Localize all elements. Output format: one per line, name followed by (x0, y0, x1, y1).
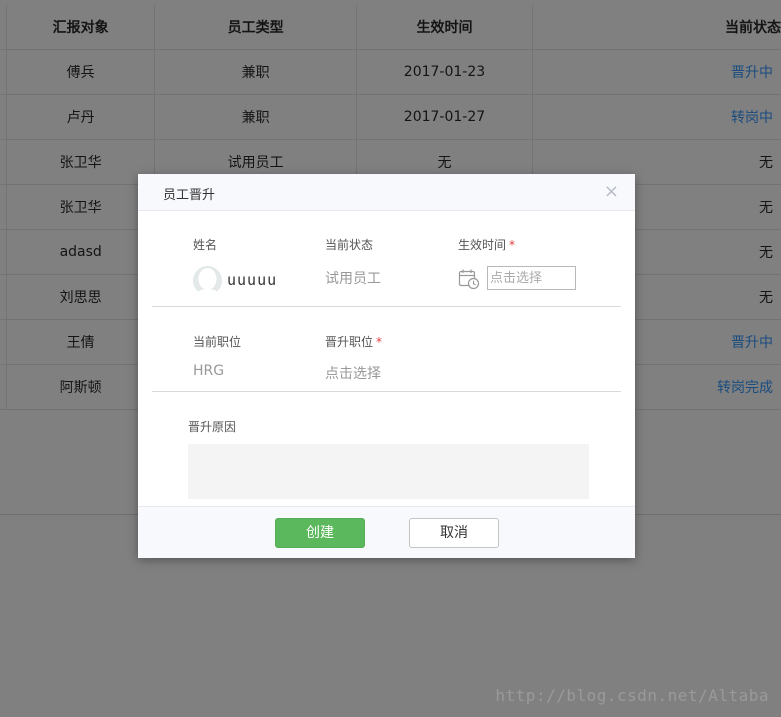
table-row: 卢丹 兼职 2017-01-27 转岗中 (0, 94, 781, 140)
calendar-icon[interactable] (458, 268, 480, 290)
status-link[interactable]: 转岗中 (532, 94, 781, 140)
promotion-dialog: 员工晋升 × 姓名 当前状态 生效时间* uuuuu 试用员工 当前职位 晋升职… (138, 174, 635, 558)
dialog-header: 员工晋升 × (138, 174, 635, 211)
column-header-employee-type: 员工类型 (154, 5, 357, 50)
table-row: 傅兵 兼职 2017-01-23 晋升中 (0, 49, 781, 95)
current-position-value: HRG (193, 363, 225, 379)
employee-type-cell: 兼职 (154, 94, 357, 140)
report-to-cell: 傅兵 (5, 49, 156, 95)
report-to-cell: 阿斯顿 (5, 364, 156, 410)
table-header-row: 汇报对象 员工类型 生效时间 当前状态 (0, 5, 781, 50)
column-header-effective-time: 生效时间 (355, 5, 534, 50)
effective-time-cell: 2017-01-27 (355, 94, 534, 140)
create-button[interactable]: 创建 (275, 518, 365, 548)
reason-label: 晋升原因 (188, 420, 237, 434)
column-header-report-to: 汇报对象 (5, 5, 156, 50)
divider (152, 391, 621, 392)
report-to-cell: adasd (5, 229, 156, 275)
required-mark: * (509, 238, 516, 252)
status-link[interactable]: 晋升中 (532, 49, 781, 95)
report-to-cell: 张卫华 (5, 184, 156, 230)
employee-name: uuuuu (227, 271, 278, 289)
report-to-cell: 刘思思 (5, 274, 156, 320)
effective-time-input[interactable] (487, 266, 576, 290)
column-header-current-status: 当前状态 (532, 5, 781, 50)
effective-time-cell: 2017-01-23 (355, 49, 534, 95)
current-status-value: 试用员工 (325, 271, 381, 287)
divider (152, 306, 621, 307)
name-label: 姓名 (193, 238, 218, 252)
report-to-cell: 卢丹 (5, 94, 156, 140)
avatar (193, 266, 222, 295)
report-to-cell: 王倩 (5, 319, 156, 365)
current-position-label: 当前职位 (193, 335, 242, 349)
report-to-cell: 张卫华 (5, 139, 156, 185)
dialog-footer: 创建 取消 (138, 506, 635, 558)
dialog-title: 员工晋升 (163, 188, 216, 203)
effective-time-label: 生效时间 * (458, 238, 516, 252)
promote-position-select[interactable]: 点击选择 (325, 363, 381, 383)
cancel-button[interactable]: 取消 (409, 518, 499, 548)
close-icon[interactable]: × (604, 182, 619, 202)
promote-position-label: 晋升职位 * (325, 335, 383, 349)
required-mark: * (376, 335, 383, 349)
watermark: http://blog.csdn.net/Altaba (495, 686, 769, 705)
current-status-label: 当前状态 (325, 238, 374, 252)
user-avatar-icon (193, 266, 222, 295)
reason-textarea[interactable] (188, 444, 589, 499)
employee-type-cell: 兼职 (154, 49, 357, 95)
